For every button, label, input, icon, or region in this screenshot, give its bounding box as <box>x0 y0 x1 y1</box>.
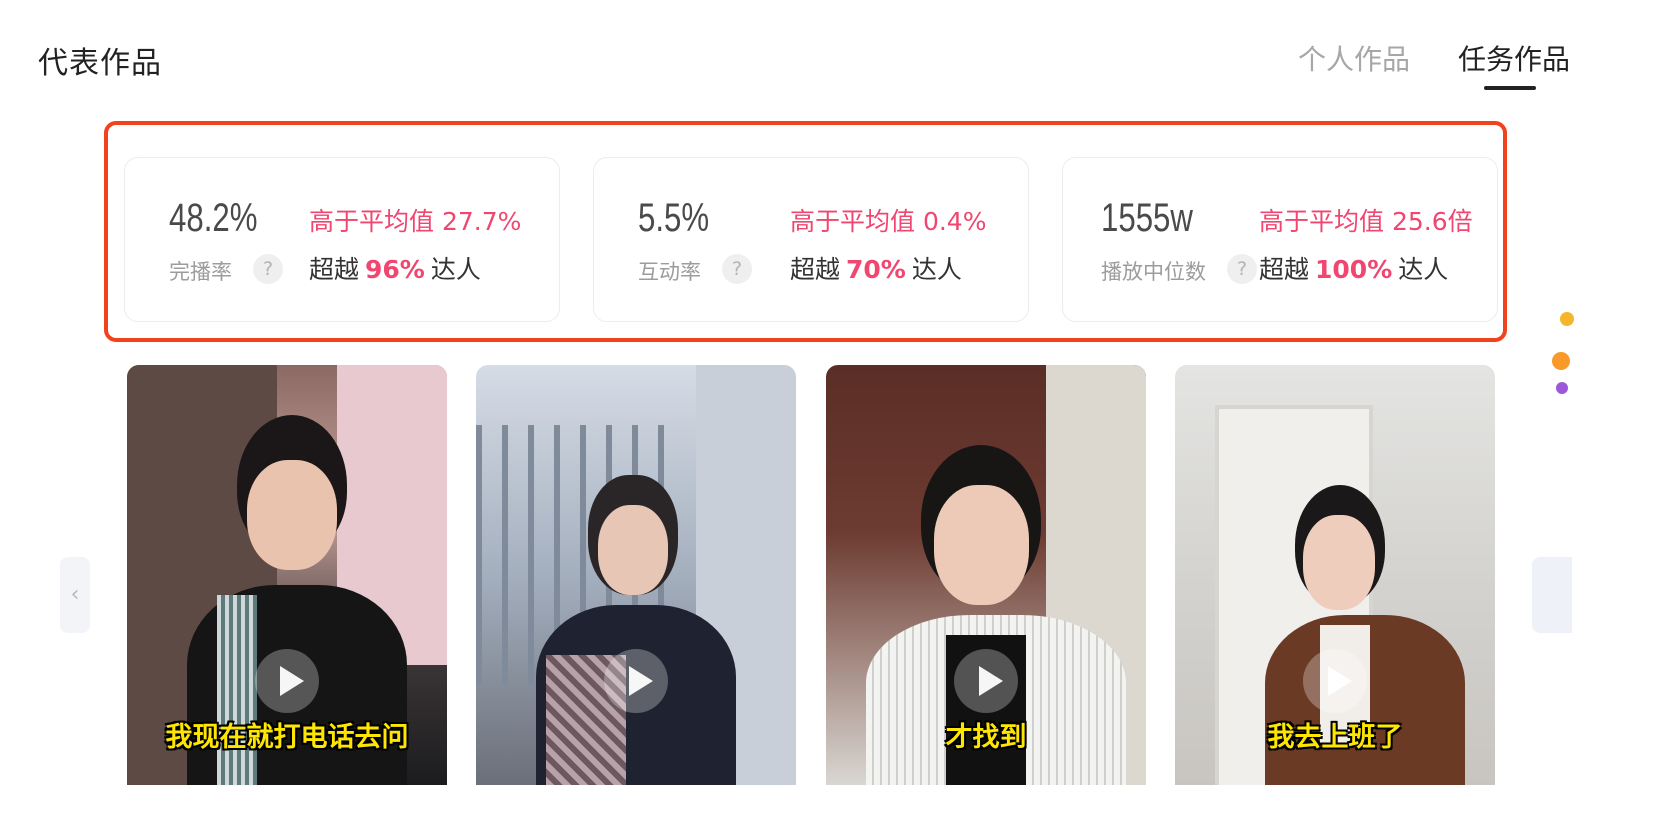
help-icon[interactable]: ? <box>253 254 283 284</box>
play-icon[interactable] <box>255 649 319 713</box>
exceed-prefix: 超越 <box>790 255 841 284</box>
above-average-text: 高于平均值 27.7% <box>309 207 522 236</box>
video-card[interactable]: 我去上班了 <box>1175 365 1495 785</box>
tab-task-works[interactable]: 任务作品 <box>1458 38 1570 78</box>
stat-label: 完播率 <box>169 260 232 284</box>
video-card[interactable]: 我现在就打电话去问 <box>127 365 447 785</box>
stat-label: 互动率 <box>638 260 701 284</box>
video-card[interactable]: 才找到 <box>826 365 1146 785</box>
section-title: 代表作品 <box>38 46 162 81</box>
help-icon[interactable]: ? <box>1227 254 1257 284</box>
video-caption: 才找到 <box>945 722 1027 753</box>
play-icon[interactable] <box>604 649 668 713</box>
floating-decoration-icon <box>1560 312 1574 326</box>
carousel-prev-button[interactable]: ‹ <box>60 557 90 633</box>
stat-value: 1555w <box>1101 196 1193 240</box>
exceed-percent: 96% <box>365 255 425 284</box>
tab-personal-works[interactable]: 个人作品 <box>1298 38 1410 78</box>
stat-card-median-plays: 1555w 播放中位数 ? 高于平均值 25.6倍 超越 100% 达人 <box>1062 157 1498 322</box>
exceed-suffix: 达人 <box>911 255 962 284</box>
exceed-creators-text: 超越 100% 达人 <box>1259 250 1448 286</box>
floating-decoration-icon <box>1556 382 1568 394</box>
exceed-suffix: 达人 <box>430 255 481 284</box>
exceed-percent: 70% <box>846 255 906 284</box>
exceed-prefix: 超越 <box>1259 255 1310 284</box>
floating-decoration-icon <box>1552 352 1570 370</box>
stat-label: 播放中位数 <box>1101 260 1206 284</box>
stat-card-interaction-rate: 5.5% 互动率 ? 高于平均值 0.4% 超越 70% 达人 <box>593 157 1029 322</box>
above-average-text: 高于平均值 25.6倍 <box>1259 207 1473 236</box>
stat-value: 5.5% <box>638 196 710 240</box>
exceed-percent: 100% <box>1315 255 1393 284</box>
exceed-creators-text: 超越 96% 达人 <box>309 250 481 286</box>
video-caption: 我去上班了 <box>1267 722 1403 753</box>
carousel-next-button[interactable] <box>1532 557 1572 633</box>
play-icon[interactable] <box>954 649 1018 713</box>
play-icon[interactable] <box>1303 649 1367 713</box>
video-card[interactable] <box>476 365 796 785</box>
help-icon[interactable]: ? <box>722 254 752 284</box>
above-average-text: 高于平均值 0.4% <box>790 207 987 236</box>
stat-value: 48.2% <box>169 196 258 240</box>
active-tab-underline <box>1484 86 1536 90</box>
stat-card-completion-rate: 48.2% 完播率 ? 高于平均值 27.7% 超越 96% 达人 <box>124 157 560 322</box>
exceed-prefix: 超越 <box>309 255 360 284</box>
exceed-creators-text: 超越 70% 达人 <box>790 250 962 286</box>
exceed-suffix: 达人 <box>1398 255 1449 284</box>
video-thumbnail <box>476 365 796 785</box>
video-caption: 我现在就打电话去问 <box>165 722 409 753</box>
